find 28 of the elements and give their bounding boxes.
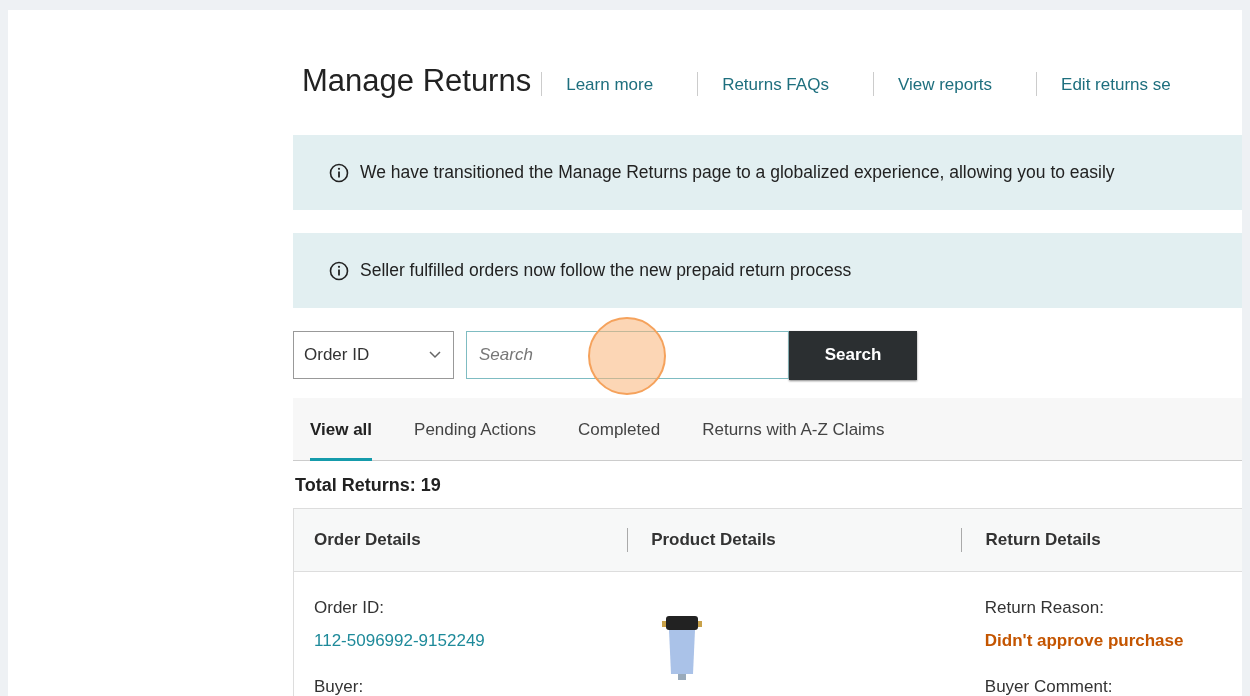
search-field[interactable]: Search: [466, 331, 789, 379]
page-title: Manage Returns: [302, 63, 532, 99]
total-count: Total Returns: 19: [295, 475, 442, 496]
column-header: Return Details: [960, 528, 1242, 552]
column-header: Order Details: [313, 530, 422, 550]
tab[interactable]: View all: [310, 399, 373, 461]
tab[interactable]: Pending Actions: [414, 399, 536, 461]
header-link[interactable]: View reports: [897, 75, 993, 95]
header-link[interactable]: Learn more: [566, 75, 654, 95]
column-header: Product Details: [627, 528, 961, 552]
info-icon: [329, 260, 349, 281]
return-reason: Didn't approve purchase: [984, 631, 1185, 651]
tab[interactable]: Returns with A-Z Claims: [702, 399, 885, 461]
banner-text: We have transitioned the Manage Returns page to a globalized experience, allowing you to easily: [360, 162, 1115, 183]
field-label: Buyer:: [314, 677, 365, 696]
field-label: Buyer Comment:: [984, 677, 1114, 696]
field-label: Return Reason:: [984, 598, 1105, 618]
header-link[interactable]: Returns FAQs: [722, 75, 829, 95]
info-icon: [329, 162, 349, 183]
filter-dropdown[interactable]: Order ID: [293, 331, 454, 379]
order-id-link[interactable]: 112-5096992-9152249: [314, 631, 627, 651]
search-button[interactable]: Search: [789, 330, 917, 380]
product-image: [661, 616, 702, 680]
tab[interactable]: Completed: [578, 399, 661, 461]
field-label: Order ID:: [314, 598, 385, 618]
chevron-down-icon: [429, 351, 441, 359]
banner-text: Seller fulfilled orders now follow the new prepaid return process: [360, 260, 852, 281]
header-link[interactable]: Edit returns se: [1061, 75, 1171, 95]
